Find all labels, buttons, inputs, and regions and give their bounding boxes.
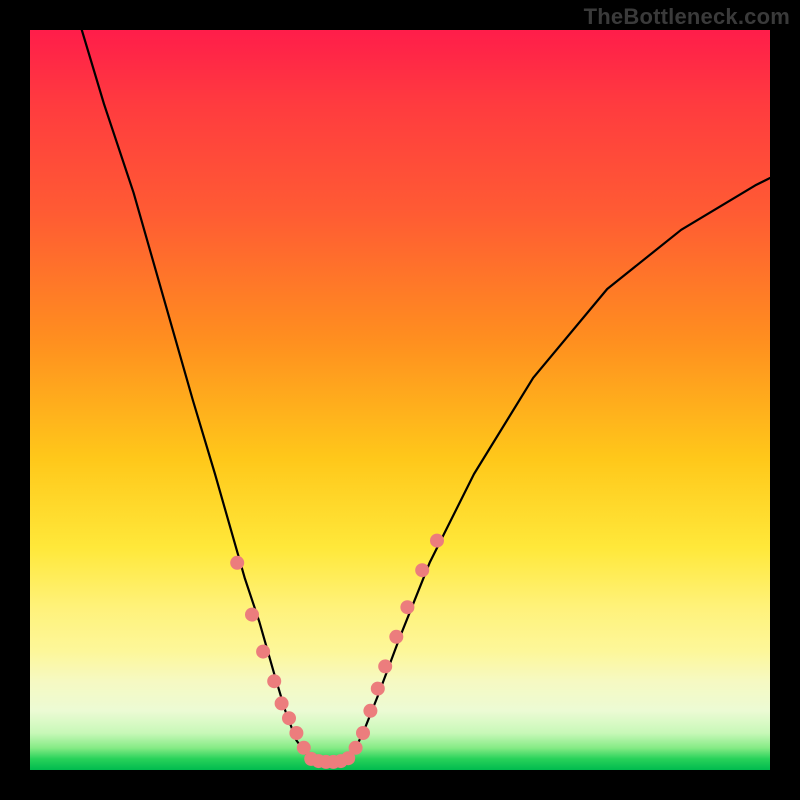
watermark-text: TheBottleneck.com	[584, 4, 790, 30]
data-marker	[256, 645, 270, 659]
data-marker	[363, 704, 377, 718]
data-marker	[389, 630, 403, 644]
data-marker	[267, 674, 281, 688]
chart-frame: TheBottleneck.com	[0, 0, 800, 800]
data-marker	[430, 534, 444, 548]
data-marker	[378, 659, 392, 673]
plot-area	[30, 30, 770, 770]
data-marker	[356, 726, 370, 740]
data-marker	[415, 563, 429, 577]
data-marker	[282, 711, 296, 725]
data-marker	[400, 600, 414, 614]
v-curve-path	[82, 30, 770, 763]
data-marker	[289, 726, 303, 740]
curve-layer	[30, 30, 770, 770]
data-marker	[341, 751, 355, 765]
data-marker	[371, 682, 385, 696]
data-marker	[245, 608, 259, 622]
data-marker	[230, 556, 244, 570]
bottleneck-curve	[82, 30, 770, 763]
marker-layer	[230, 534, 444, 769]
data-marker	[275, 696, 289, 710]
